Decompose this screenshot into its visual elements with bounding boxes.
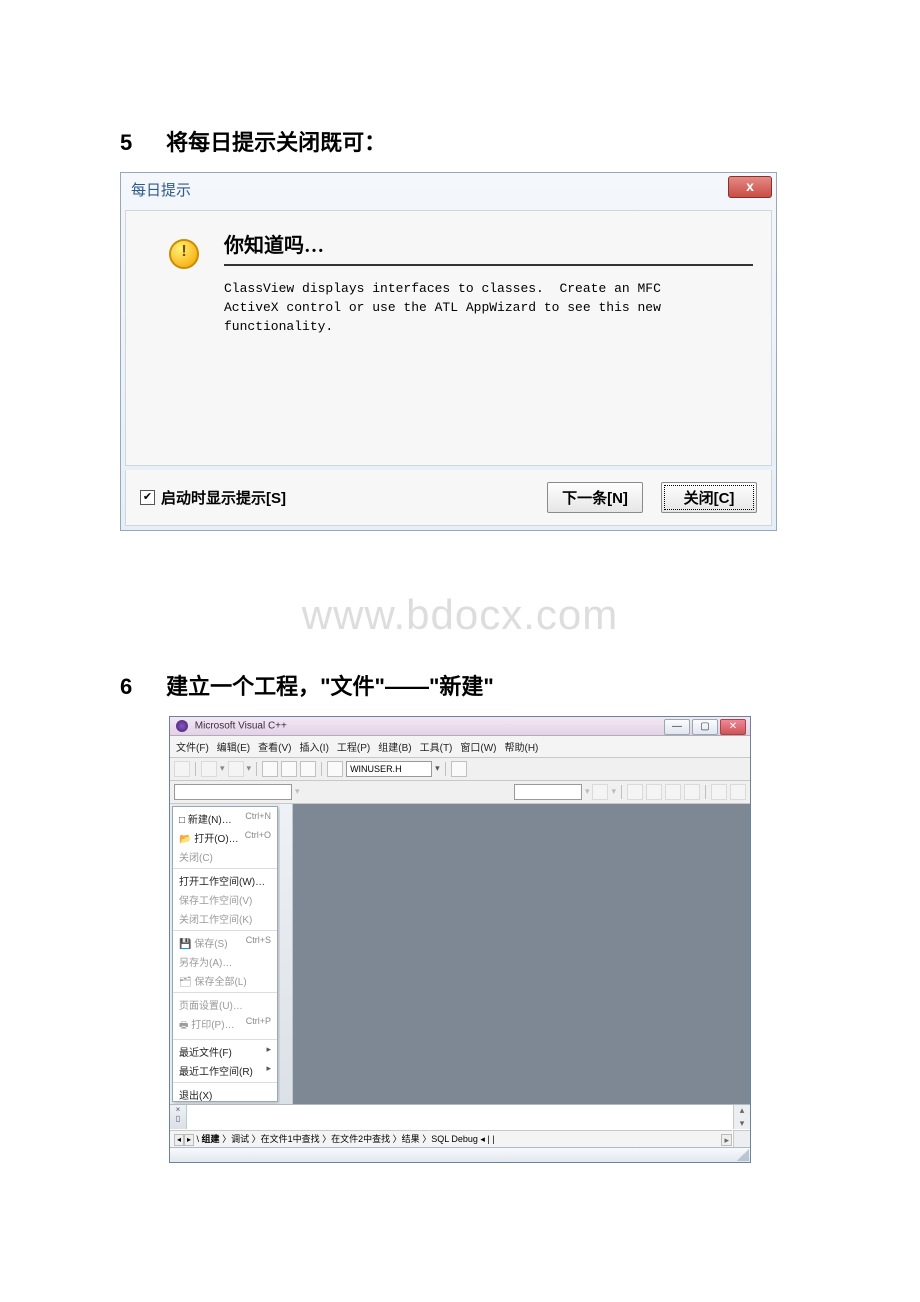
file-menu-item: 关闭(C) (173, 847, 277, 866)
step6-text: 建立一个工程，"文件"——"新建" (166, 674, 494, 699)
show-on-startup-checkbox[interactable] (140, 490, 155, 505)
file-menu-item[interactable]: 退出(X) (173, 1085, 277, 1104)
output-pane-grip[interactable]: ×▯ (170, 1105, 187, 1129)
file-menu-item: 保存工作空间(V) (173, 890, 277, 909)
dialog-title: 每日提示 (131, 182, 191, 199)
vc-title-text: Microsoft Visual C++ (195, 720, 287, 731)
output-tab[interactable]: SQL Debug (431, 1134, 478, 1144)
tip-heading: 你知道吗… (224, 229, 753, 266)
tab-nav-left-icon[interactable]: ◂ (174, 1134, 184, 1146)
config-combo[interactable] (174, 784, 292, 800)
menu-item[interactable]: 帮助(H) (505, 743, 539, 754)
menu-item[interactable]: 组建(B) (378, 743, 411, 754)
toolbar-row-2: ▾ ▾ ▾ (170, 781, 750, 804)
output-tab[interactable]: 组建 (202, 1134, 220, 1144)
find-combo-text: WINUSER.H (350, 764, 402, 774)
menu-item[interactable]: 查看(V) (258, 743, 291, 754)
redo-icon[interactable] (228, 761, 244, 777)
output-tab[interactable]: 在文件1中查找 (261, 1134, 320, 1144)
output-tab[interactable]: 在文件2中查找 (331, 1134, 390, 1144)
mdi-client-area (293, 804, 750, 1104)
combo[interactable] (514, 784, 582, 800)
watermark-text: www.bdocx.com (120, 591, 800, 639)
file-menu-item: 页面设置(U)… (173, 995, 277, 1014)
menu-item[interactable]: 文件(F) (176, 743, 209, 754)
toolbar-icon[interactable] (627, 784, 643, 800)
step6-num: 6 (120, 674, 160, 700)
toolbar-icon[interactable] (730, 784, 746, 800)
vc-body: □ 新建(N)…Ctrl+N📂 打开(O)…Ctrl+O关闭(C) 打开工作空间(… (170, 804, 750, 1104)
vc-app-icon (176, 720, 188, 732)
show-on-startup-label: 启动时显示提示[S] (161, 487, 286, 508)
vc-titlebar: Microsoft Visual C++ — ▢ ✕ (170, 717, 750, 736)
find-icon[interactable] (327, 761, 343, 777)
step5-num: 5 (120, 130, 160, 156)
vertical-scrollbar[interactable] (733, 1105, 750, 1129)
toolbar-icon[interactable] (665, 784, 681, 800)
lightbulb-icon (169, 239, 199, 269)
maximize-icon[interactable]: ▢ (692, 719, 718, 735)
tip-icon-col (144, 229, 224, 447)
resize-grip-icon[interactable] (737, 1149, 749, 1161)
status-bar (170, 1147, 750, 1162)
file-menu-item[interactable]: 最近文件(F) (173, 1042, 277, 1061)
menu-item[interactable]: 工具(T) (420, 743, 453, 754)
step5-text: 将每日提示关闭既可： (166, 130, 386, 155)
daily-tip-dialog: 每日提示 x 你知道吗… ClassView displays interfac… (120, 172, 777, 531)
file-menu-item[interactable]: 打开工作空间(W)… (173, 871, 277, 890)
file-menu-item: 💾 保存(S)Ctrl+S (173, 933, 277, 952)
dialog-titlebar: 每日提示 x (121, 173, 776, 206)
scroll-corner (733, 1130, 750, 1147)
menu-item[interactable]: 窗口(W) (460, 743, 496, 754)
file-menu-item[interactable]: 最近工作空间(R) (173, 1061, 277, 1080)
file-menu-item: 另存为(A)… (173, 952, 277, 971)
dialog-footer: 启动时显示提示[S] 下一条[N] 关闭[C] (125, 470, 772, 526)
visual-cpp-window: Microsoft Visual C++ — ▢ ✕ 文件(F) 编辑(E) 查看(… (169, 716, 751, 1163)
toolbar-icon[interactable] (646, 784, 662, 800)
minimize-icon[interactable]: — (664, 719, 690, 735)
toolbar-icon[interactable] (592, 784, 608, 800)
search-icon[interactable] (451, 761, 467, 777)
toolbar-icon[interactable] (711, 784, 727, 800)
close-button[interactable]: 关闭[C] (661, 482, 757, 513)
window-controls: — ▢ ✕ (664, 719, 746, 735)
file-menu-item[interactable]: □ 新建(N)…Ctrl+N (173, 809, 277, 828)
file-menu-item: 🖶 打印(P)…Ctrl+P (173, 1014, 277, 1037)
find-combo[interactable]: WINUSER.H (346, 761, 432, 777)
file-menu-item: 🗂 保存全部(L) (173, 971, 277, 990)
file-menu-item[interactable]: 📂 打开(O)…Ctrl+O (173, 828, 277, 847)
toolbar-icon[interactable] (281, 761, 297, 777)
toolbar-icon[interactable] (300, 761, 316, 777)
step6-heading: 6 建立一个工程，"文件"——"新建" (120, 669, 800, 701)
tab-nav-right-icon[interactable]: ▸ (184, 1134, 194, 1146)
tab-scroll-right-icon[interactable]: ▸ (721, 1134, 732, 1146)
window-close-icon[interactable]: ✕ (720, 719, 746, 735)
close-icon[interactable]: x (728, 176, 772, 198)
toolbar-row-1: ▾ ▾ WINUSER.H ▾ (170, 758, 750, 781)
next-tip-button[interactable]: 下一条[N] (547, 482, 643, 513)
tip-body-text: ClassView displays interfaces to classes… (224, 280, 753, 337)
file-menu-item: 关闭工作空间(K) (173, 909, 277, 928)
file-menu-dropdown: □ 新建(N)…Ctrl+N📂 打开(O)…Ctrl+O关闭(C) 打开工作空间(… (172, 806, 278, 1102)
toolbar-icon[interactable] (684, 784, 700, 800)
output-tabs[interactable]: ◂▸ \ 组建 〉调试 〉在文件1中查找 〉在文件2中查找 〉结果 〉SQL D… (170, 1130, 732, 1147)
toolbar-icon[interactable] (174, 761, 190, 777)
dialog-body: 你知道吗… ClassView displays interfaces to c… (125, 210, 772, 466)
output-tab[interactable]: 调试 (231, 1134, 249, 1144)
step5-heading: 5 将每日提示关闭既可： (120, 125, 800, 157)
output-tab[interactable]: 结果 (402, 1134, 420, 1144)
menu-item[interactable]: 插入(I) (299, 743, 328, 754)
menu-item[interactable]: 工程(P) (337, 743, 370, 754)
output-pane: ×▯ ◂▸ \ 组建 〉调试 〉在文件1中查找 〉在文件2中查找 〉结果 〉SQ… (170, 1104, 750, 1147)
workspace-pane-edge (280, 804, 293, 1104)
menu-item[interactable]: 编辑(E) (217, 743, 250, 754)
menu-bar[interactable]: 文件(F) 编辑(E) 查看(V) 插入(I) 工程(P) 组建(B) 工具(T) 窗口(W)… (170, 736, 750, 758)
undo-icon[interactable] (201, 761, 217, 777)
toolbar-icon[interactable] (262, 761, 278, 777)
